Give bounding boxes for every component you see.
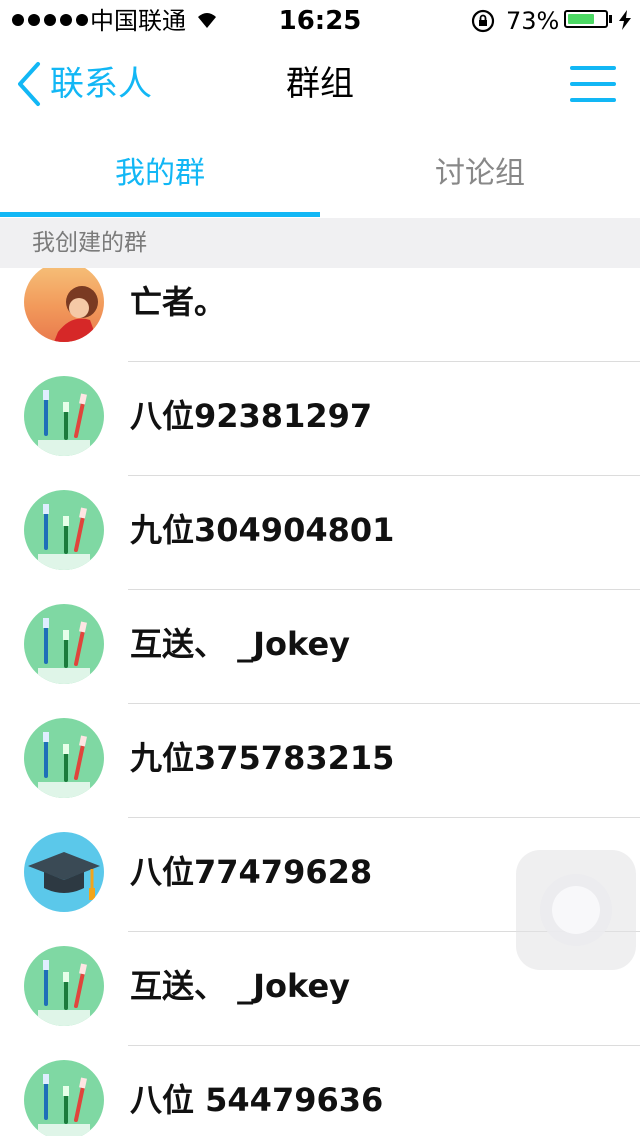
graduation-cap-avatar-icon (24, 832, 104, 912)
group-list[interactable]: 亡者。 八位92381297 九位304904801 互送、 _Jokey 九位… (0, 268, 640, 1136)
segment-tabs: 我的群 讨论组 (0, 128, 640, 219)
list-item[interactable]: 八位92381297 (0, 362, 640, 476)
group-name: 九位304904801 (130, 511, 395, 549)
battery-icon (564, 10, 608, 28)
group-name: 亡者。 (130, 283, 227, 321)
battery-tip (609, 15, 612, 23)
menu-button[interactable] (570, 64, 616, 104)
toothbrush-avatar-icon (24, 1060, 104, 1136)
rotation-lock-icon (470, 8, 496, 38)
group-name: 九位375783215 (130, 739, 395, 777)
toothbrush-avatar-icon (24, 376, 104, 456)
group-name: 八位92381297 (130, 397, 373, 435)
section-header: 我创建的群 (0, 218, 640, 268)
group-name: 互送、 _Jokey (130, 967, 351, 1005)
status-bar: 中国联通 16:25 73% (0, 0, 640, 40)
assistive-touch-button[interactable] (516, 850, 636, 970)
toothbrush-avatar-icon (24, 604, 104, 684)
toothbrush-avatar-icon (24, 718, 104, 798)
list-item[interactable]: 亡者。 (0, 268, 640, 362)
group-name: 互送、 _Jokey (130, 625, 351, 663)
active-tab-indicator (0, 212, 320, 217)
group-name: 八位77479628 (130, 853, 373, 891)
list-item[interactable]: 八位 54479636 (0, 1046, 640, 1136)
battery-percent: 73% (506, 7, 560, 35)
list-item[interactable]: 互送、 _Jokey (0, 590, 640, 704)
tab-my-groups[interactable]: 我的群 (0, 128, 320, 216)
charging-bolt-icon (618, 10, 632, 34)
page-title: 群组 (286, 64, 354, 104)
tab-discussion-groups[interactable]: 讨论组 (320, 128, 640, 216)
photo-avatar (24, 268, 104, 342)
section-title: 我创建的群 (32, 230, 147, 256)
group-name: 八位 54479636 (130, 1081, 384, 1119)
toothbrush-avatar-icon (24, 490, 104, 570)
list-item[interactable]: 九位375783215 (0, 704, 640, 818)
toothbrush-avatar-icon (24, 946, 104, 1026)
navigation-bar: 联系人 群组 (0, 40, 640, 128)
list-item[interactable]: 九位304904801 (0, 476, 640, 590)
